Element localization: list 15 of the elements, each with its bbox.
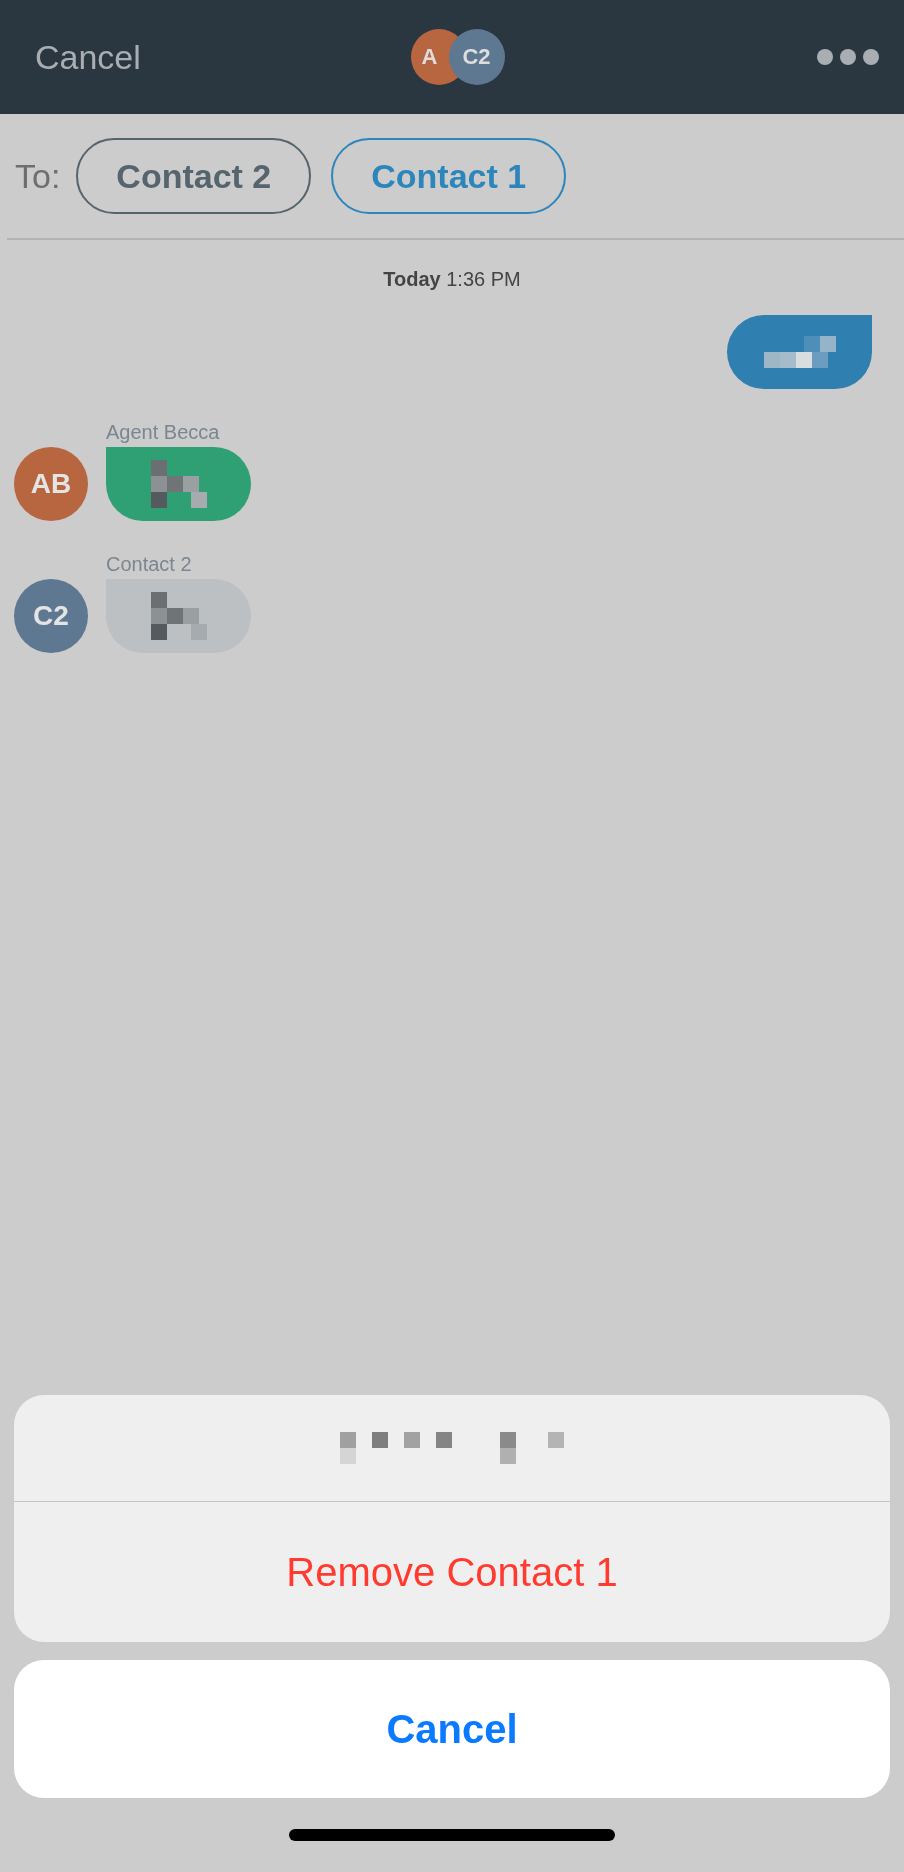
cancel-link[interactable]: Cancel xyxy=(35,37,317,77)
remove-contact-button[interactable]: Remove Contact 1 xyxy=(14,1502,890,1642)
recipient-chip[interactable]: Contact 2 xyxy=(76,138,312,214)
recipient-chip[interactable]: Contact 1 xyxy=(331,138,567,214)
sender-name: Agent Becca xyxy=(106,420,220,444)
avatar: AB xyxy=(14,447,88,521)
participant-avatar: C2 xyxy=(448,29,505,85)
to-label: To: xyxy=(15,156,61,196)
timestamp: Today 1:36 PM xyxy=(382,268,522,291)
redacted-text xyxy=(150,592,207,640)
more-icon[interactable] xyxy=(816,48,880,66)
cancel-button[interactable]: Cancel xyxy=(14,1660,890,1798)
sender-name: Contact 2 xyxy=(106,552,192,576)
avatar: C2 xyxy=(14,579,88,653)
redacted-text xyxy=(150,460,207,508)
